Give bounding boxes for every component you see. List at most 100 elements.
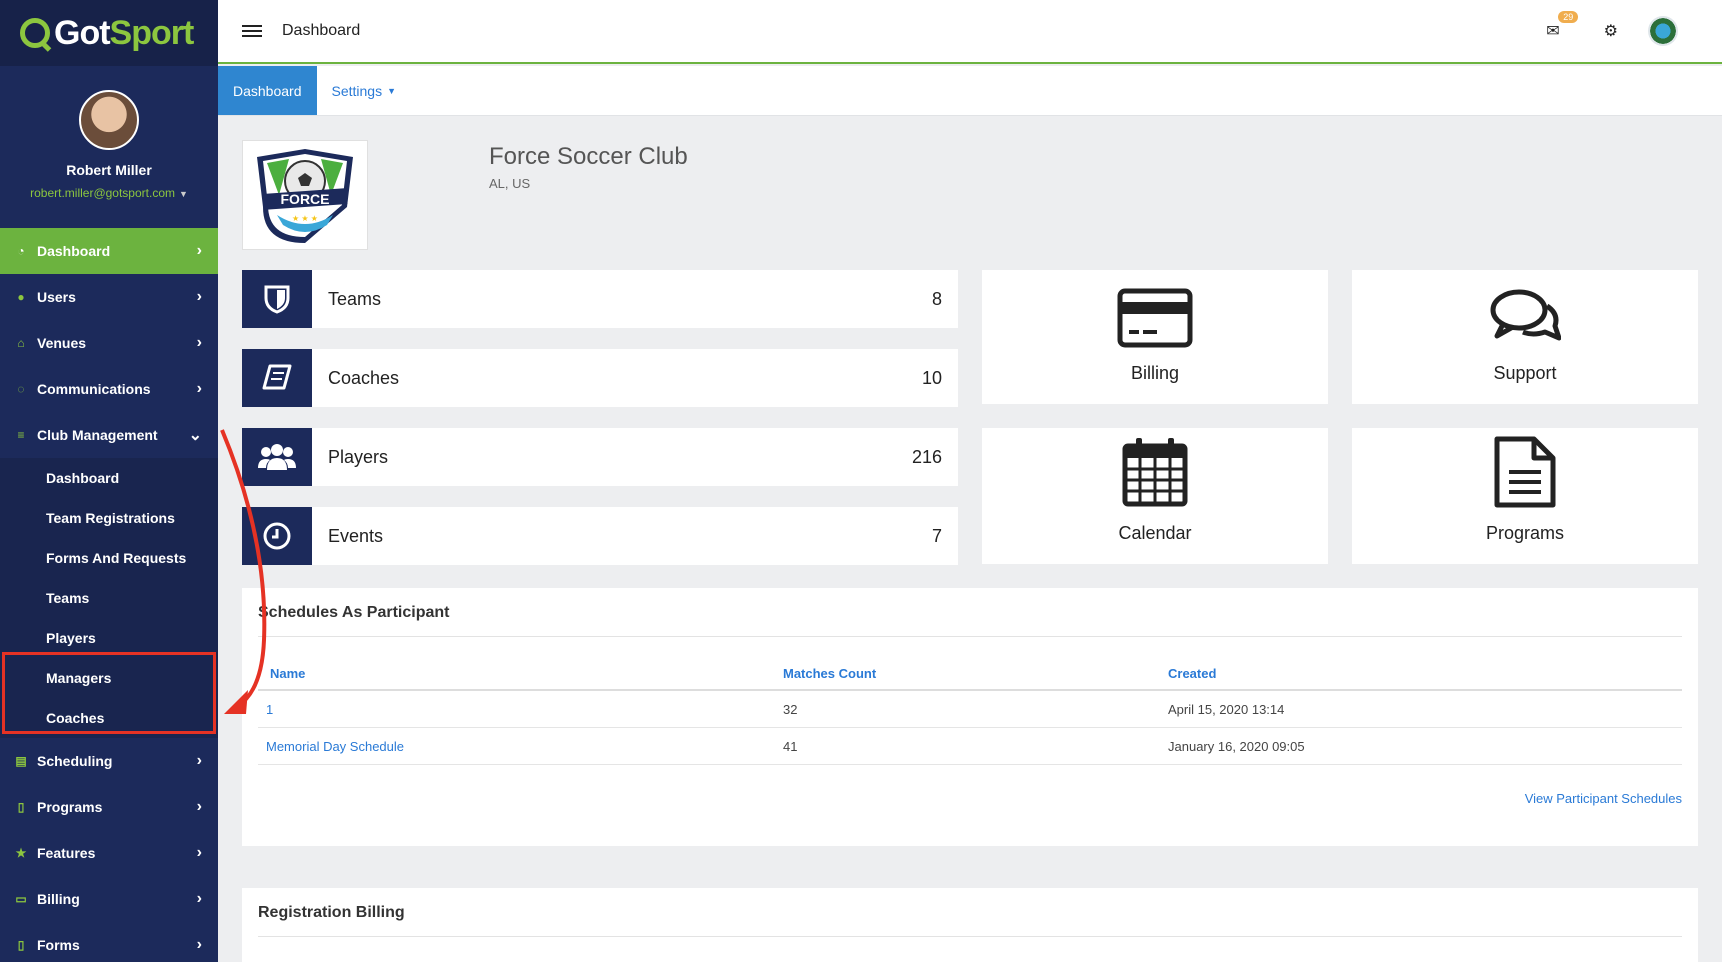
file-icon [1494,436,1556,513]
mail-badge: 29 [1558,11,1579,23]
page-title: Dashboard [282,22,361,39]
stat-coaches[interactable]: Coaches 10 [242,349,958,407]
sidebar-subitem-forms-and-requests[interactable]: Forms And Requests [0,538,218,578]
scheduling-icon: ▤ [15,754,27,768]
club-logo: FORCE ★ ★ ★ [242,140,368,250]
tab-bar: Dashboard Settings ▼ [218,66,1722,116]
sidebar-item-communications[interactable]: ◌ Communications › [0,366,218,412]
book-icon [242,349,312,407]
divider [258,636,1682,637]
credit-card-icon: ▭ [15,892,27,906]
panel-title: Registration Billing [258,904,405,921]
chevron-right-icon: › [196,288,202,305]
chevron-right-icon: › [196,936,202,953]
users-icon: ● [17,290,25,304]
user-profile: Robert Miller robert.miller@gotsport.com… [0,66,218,228]
created-date: April 15, 2020 13:14 [1168,701,1285,717]
sidebar-subitem-team-registrations[interactable]: Team Registrations [0,498,218,538]
file-icon: ▯ [17,938,25,952]
sidebar-item-users[interactable]: ● Users › [0,274,218,320]
profile-name: Robert Miller [66,162,152,178]
panel-title: Schedules As Participant [258,604,450,621]
stat-count: 7 [931,525,942,546]
caret-down-icon: ▼ [387,85,397,96]
chevron-down-icon: ⌄ [188,427,202,444]
tile-calendar[interactable]: Calendar [982,428,1328,564]
column-header-name[interactable]: Name [258,666,783,681]
credit-card-icon [1117,288,1193,353]
tile-programs[interactable]: Programs [1352,428,1698,564]
programs-icon: ▯ [17,800,25,814]
calendar-icon [1122,436,1188,513]
sidebar-subitem-dashboard[interactable]: Dashboard [0,458,218,498]
schedules-table: Name Matches Count Created 1 32 April 15… [258,657,1682,765]
sidebar-item-features[interactable]: ★ Features › [0,830,218,876]
tab-dashboard[interactable]: Dashboard [218,66,317,115]
chevron-right-icon: › [196,242,202,259]
stat-players[interactable]: Players 216 [242,428,958,486]
svg-text:FORCE: FORCE [281,191,330,207]
sidebar-item-forms[interactable]: ▯ Forms › [0,922,218,962]
gotsport-logo[interactable]: GotSport [0,0,218,66]
stat-label: Coaches [328,367,400,388]
tile-label: Billing [1130,363,1180,383]
sidebar-subitem-managers[interactable]: Managers [0,658,218,698]
mail-icon[interactable]: ✉ 29 [1546,11,1579,41]
stat-count: 8 [931,288,942,309]
tab-settings[interactable]: Settings ▼ [317,66,412,115]
club-management-submenu: Dashboard Team Registrations Forms And R… [0,458,218,738]
club-name: Force Soccer Club [489,143,688,170]
table-row: Memorial Day Schedule 41 January 16, 202… [258,728,1682,765]
sidebar-subitem-players[interactable]: Players [0,618,218,658]
stat-label: Teams [328,288,382,309]
schedule-name-link[interactable]: 1 [266,702,273,717]
schedule-name-link[interactable]: Memorial Day Schedule [266,739,404,754]
sidebar-item-billing[interactable]: ▭ Billing › [0,876,218,922]
menu-toggle-icon[interactable] [242,25,262,37]
created-date: January 16, 2020 09:05 [1168,738,1305,754]
column-header-created[interactable]: Created [1168,666,1682,681]
sidebar-subitem-teams[interactable]: Teams [0,578,218,618]
tile-label: Calendar [1118,523,1192,543]
tile-billing[interactable]: Billing [982,270,1328,404]
chevron-right-icon: › [196,334,202,351]
tile-label: Support [1493,363,1557,383]
table-row: 1 32 April 15, 2020 13:14 [258,691,1682,728]
sidebar-item-scheduling[interactable]: ▤ Scheduling › [0,738,218,784]
gear-icon[interactable]: ⚙ [1604,21,1618,41]
sidebar-item-club-management[interactable]: ≡ Club Management ⌄ [0,412,218,458]
tile-support[interactable]: Support [1352,270,1698,404]
view-participant-schedules-link[interactable]: View Participant Schedules [242,765,1698,846]
stat-events[interactable]: Events 7 [242,507,958,565]
registration-billing-panel: Registration Billing [242,888,1698,962]
stat-count: 10 [921,367,942,388]
sidebar-subitem-coaches[interactable]: Coaches [0,698,218,738]
svg-text:★ ★ ★: ★ ★ ★ [292,214,318,223]
club-management-icon: ≡ [17,428,25,442]
stat-count: 216 [911,446,942,467]
comments-icon [1489,288,1562,353]
chevron-right-icon: › [196,798,202,815]
comments-icon: ◌ [17,382,25,396]
sidebar-item-programs[interactable]: ▯ Programs › [0,784,218,830]
force-crest-icon: FORCE ★ ★ ★ [257,149,353,243]
matches-count: 41 [783,738,798,754]
avatar[interactable] [79,90,139,150]
caret-down-icon: ▼ [178,189,188,199]
chevron-right-icon: › [196,844,202,861]
sidebar-item-dashboard[interactable]: ◔ Dashboard › [0,228,218,274]
club-location: AL, US [489,176,531,191]
column-header-matches-count[interactable]: Matches Count [783,666,1168,681]
sidebar: GotSport Robert Miller robert.miller@got… [0,0,218,962]
club-avatar[interactable] [1648,16,1678,46]
chevron-right-icon: › [196,890,202,907]
profile-email-dropdown[interactable]: robert.miller@gotsport.com ▼ [30,186,188,200]
tile-label: Programs [1485,523,1565,543]
matches-count: 32 [783,701,798,717]
dashboard-icon: ◔ [17,244,25,258]
stat-teams[interactable]: Teams 8 [242,270,958,328]
venues-icon: ⌂ [17,336,25,350]
users-icon [242,428,312,486]
sidebar-item-venues[interactable]: ⌂ Venues › [0,320,218,366]
top-bar: Dashboard ✉ 29 ⚙ [218,0,1722,64]
